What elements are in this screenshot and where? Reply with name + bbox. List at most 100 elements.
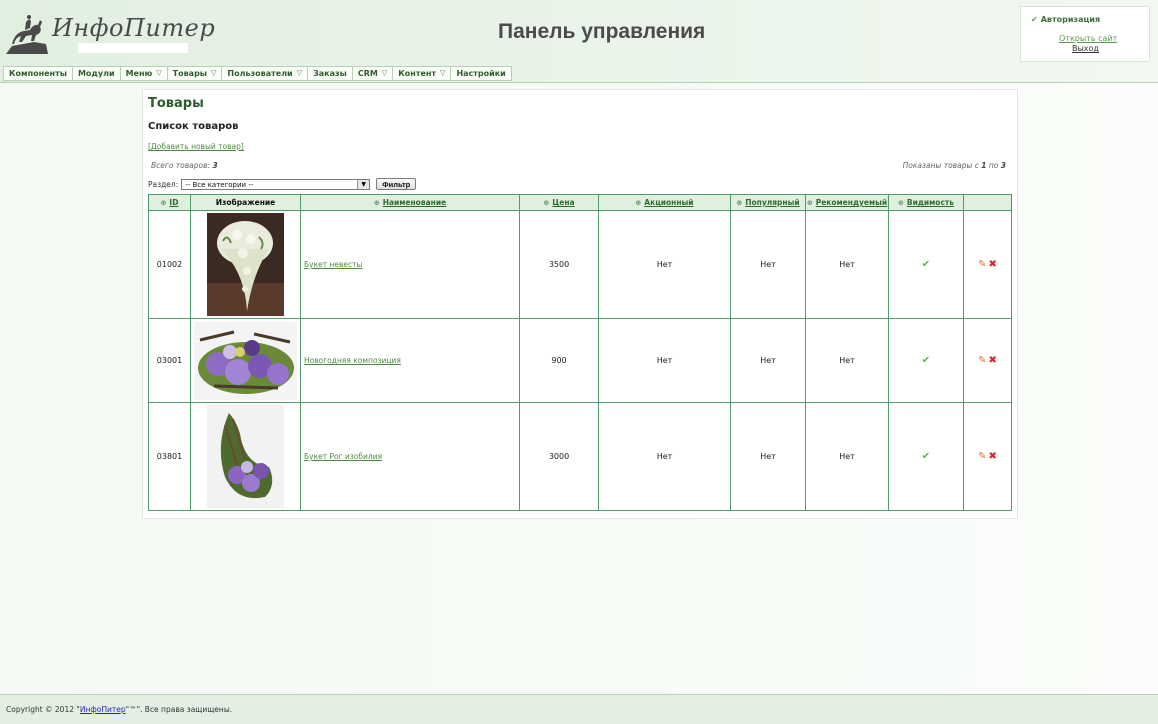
total-count: 3 — [212, 161, 218, 170]
menu-item-products[interactable]: Товары ▽ — [167, 66, 223, 81]
table-row: 03801 Букет Рог изобилия 3000 Нет Нет Не… — [148, 402, 1012, 511]
cell-recommended: Нет — [805, 210, 889, 319]
section-label: Раздел: — [148, 179, 179, 189]
table-row: 03001 Новогодняя композиция 900 Нет Нет … — [148, 318, 1012, 403]
table-header-row: ⊕ ID Изображение ⊕ Наименование ⊕ Цена ⊕ Акц… — [148, 194, 1012, 211]
product-image-horn-of-plenty[interactable] — [207, 405, 284, 508]
product-image-bridal-bouquet[interactable] — [207, 213, 284, 316]
logo-text: ИнфоПитер — [52, 14, 216, 42]
column-header-image: Изображение — [190, 194, 301, 211]
edit-pencil-icon[interactable]: ✎ — [978, 451, 986, 462]
menu-item-content[interactable]: Контент ▽ — [393, 66, 452, 81]
sort-icon: ⊕ — [543, 199, 550, 207]
menu-item-menu[interactable]: Меню ▽ — [120, 66, 168, 81]
menu-item-users[interactable]: Пользователи ▽ — [222, 66, 309, 81]
footer: Copyright © 2012 "ИнфоПитер"™". Все прав… — [0, 694, 1158, 724]
footer-brand-link[interactable]: ИнфоПитер — [80, 705, 126, 714]
cell-price: 3000 — [519, 402, 599, 511]
cell-actions: ✎ ✖ — [963, 318, 1012, 403]
menu-item-label: Настройки — [456, 69, 506, 78]
edit-pencil-icon[interactable]: ✎ — [978, 259, 986, 270]
cell-promo: Нет — [598, 210, 731, 319]
visible-check-icon[interactable]: ✔ — [922, 451, 930, 462]
shown-prefix: Показаны товары с — [902, 161, 979, 170]
menu-item-label: Заказы — [313, 69, 347, 78]
auth-panel: ✔ Авторизация Открыть сайт Выход — [1020, 6, 1150, 62]
sort-icon: ⊕ — [806, 199, 813, 207]
menu-item-modules[interactable]: Модули — [72, 66, 121, 81]
cell-recommended: Нет — [805, 402, 889, 511]
copyright-text: Copyright © 2012 "ИнфоПитер"™". Все прав… — [6, 705, 232, 714]
menu-item-crm[interactable]: CRM ▽ — [352, 66, 394, 81]
cell-actions: ✎ ✖ — [963, 402, 1012, 511]
dropdown-triangle-icon: ▽ — [381, 69, 388, 77]
sort-icon: ⊕ — [373, 199, 380, 207]
top-bar: ИнфоПитер Панель управления ✔ Авторизация… — [0, 0, 1158, 83]
cell-name: Букет Рог изобилия — [300, 402, 520, 511]
dropdown-triangle-icon: ▽ — [211, 69, 217, 77]
product-name-link[interactable]: Букет Рог изобилия — [304, 452, 382, 461]
menu-item-label: Компоненты — [9, 69, 67, 78]
column-header-label: ID — [169, 198, 179, 207]
delete-cross-icon[interactable]: ✖ — [989, 259, 997, 270]
open-site-link[interactable]: Открыть сайт — [1059, 34, 1117, 43]
menu-item-label: CRM — [357, 69, 378, 78]
column-header-label: Видимость — [906, 198, 954, 207]
menu-item-components[interactable]: Компоненты — [3, 66, 73, 81]
page-title: Панель управления — [498, 20, 706, 43]
delete-cross-icon[interactable]: ✖ — [989, 451, 997, 462]
shown-from: 1 — [981, 161, 987, 170]
cell-promo: Нет — [598, 318, 731, 403]
column-header-promo[interactable]: ⊕ Акционный — [598, 194, 731, 211]
menu-item-orders[interactable]: Заказы — [308, 66, 353, 81]
product-name-link[interactable]: Новогодняя композиция — [304, 356, 401, 365]
total-label: Всего товаров: — [151, 161, 211, 170]
dropdown-triangle-icon: ▽ — [440, 69, 446, 77]
checkmark-icon: ✔ — [1031, 15, 1038, 24]
sort-icon: ⊕ — [898, 199, 904, 207]
cell-visibility: ✔ — [888, 210, 964, 319]
shown-range: Показаны товары с 1 по 3 — [903, 161, 1006, 170]
menu-item-label: Модули — [77, 69, 115, 78]
visible-check-icon[interactable]: ✔ — [922, 355, 930, 366]
content-panel: Товары Список товаров [Добавить новый то… — [142, 89, 1018, 519]
column-header-recommended[interactable]: ⊕ Рекомендуемый — [805, 194, 889, 211]
cell-promo: Нет — [598, 402, 731, 511]
product-name-link[interactable]: Букет невесты — [304, 260, 362, 269]
logout-link[interactable]: Выход — [1072, 44, 1099, 53]
main-menu: Компоненты Модули Меню ▽ Товары ▽ Пользова… — [3, 66, 512, 81]
column-header-label: Наименование — [382, 198, 447, 207]
sort-icon: ⊕ — [160, 199, 167, 207]
edit-pencil-icon[interactable]: ✎ — [978, 355, 986, 366]
column-header-popular[interactable]: ⊕ Популярный — [730, 194, 806, 211]
menu-item-settings[interactable]: Настройки — [451, 66, 512, 81]
cell-name: Букет невесты — [300, 210, 520, 319]
column-header-label: Акционный — [644, 198, 694, 207]
cell-visibility: ✔ — [888, 318, 964, 403]
dropdown-triangle-icon: ▽ — [156, 69, 162, 77]
filter-row: Раздел: -- Все категории -- ▼ Фильтр — [148, 178, 417, 190]
cell-price: 900 — [519, 318, 599, 403]
category-select[interactable]: -- Все категории -- ▼ — [181, 178, 371, 190]
logo-underline-decoration — [78, 43, 188, 53]
column-header-id[interactable]: ⊕ ID — [148, 194, 191, 211]
total-products: Всего товаров: 3 — [151, 161, 218, 170]
menu-item-label: Товары — [172, 69, 208, 78]
visible-check-icon[interactable]: ✔ — [922, 259, 930, 270]
products-table: ⊕ ID Изображение ⊕ Наименование ⊕ Цена ⊕ Акц… — [148, 194, 1012, 511]
column-header-price[interactable]: ⊕ Цена — [519, 194, 599, 211]
cell-image — [190, 318, 301, 403]
product-image-new-year-composition[interactable] — [194, 321, 297, 400]
menu-item-label: Меню — [125, 69, 153, 78]
list-title: Список товаров — [148, 121, 239, 132]
column-header-label: Популярный — [745, 198, 800, 207]
column-header-visibility[interactable]: ⊕ Видимость — [888, 194, 964, 211]
site-logo[interactable]: ИнфоПитер — [4, 10, 215, 56]
filter-button[interactable]: Фильтр — [376, 178, 417, 190]
delete-cross-icon[interactable]: ✖ — [989, 355, 997, 366]
cell-actions: ✎ ✖ — [963, 210, 1012, 319]
column-header-label: Рекомендуемый — [815, 198, 888, 207]
column-header-name[interactable]: ⊕ Наименование — [300, 194, 520, 211]
add-product-link[interactable]: [Добавить новый товар] — [148, 142, 244, 151]
sort-icon: ⊕ — [635, 199, 642, 207]
